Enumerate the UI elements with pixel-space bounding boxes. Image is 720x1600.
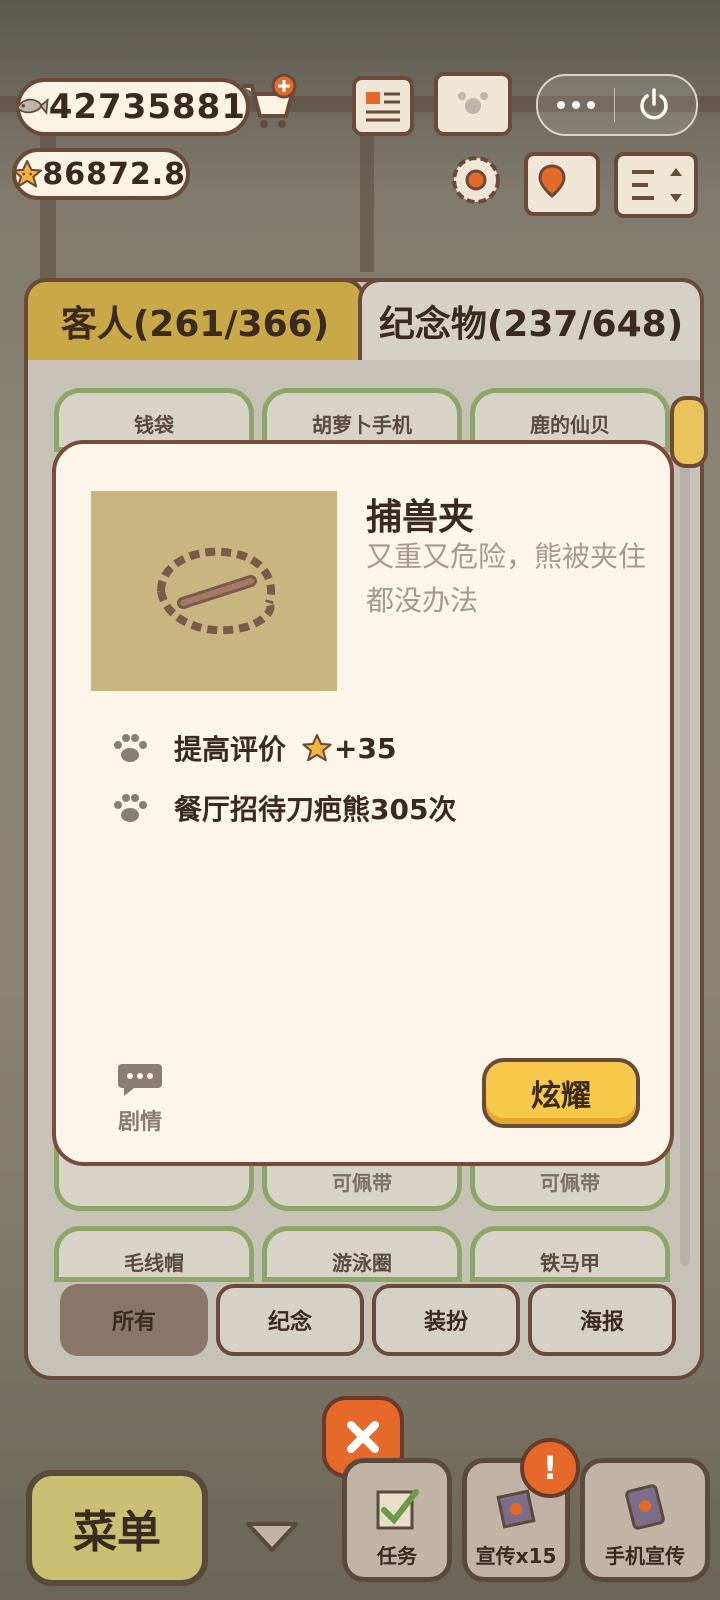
tasks-button[interactable]: 任务: [342, 1458, 452, 1582]
scrollbar-handle[interactable]: [670, 396, 708, 468]
filter-souvenir[interactable]: 纪念: [216, 1284, 364, 1356]
souvenir-name: 铁马甲: [540, 1251, 600, 1275]
settings-button[interactable]: [446, 150, 506, 210]
add-fish-cart-button[interactable]: [238, 72, 300, 132]
story-label: 剧情: [117, 1110, 162, 1135]
power-icon: [640, 88, 668, 120]
stat-rating-row: 提高评价 +35: [110, 728, 396, 768]
scrollbar-track[interactable]: [680, 396, 690, 1266]
fish-count: 42735881: [48, 87, 246, 127]
gear-icon: [452, 156, 500, 204]
tasks-label: 任务: [377, 1544, 417, 1568]
paw-icon: [114, 734, 147, 762]
filter-costume-label: 装扮: [423, 1310, 468, 1335]
fish-icon: [16, 98, 49, 115]
checklist-icon: [376, 1489, 419, 1530]
alert-badge: !: [520, 1438, 580, 1498]
souvenir-tag: 可佩带: [332, 1171, 392, 1195]
star-count: 86872.8: [42, 156, 186, 192]
filter-all-label: 所有: [111, 1310, 156, 1335]
paw-icon: [114, 794, 147, 822]
map-pin-icon: [538, 164, 566, 198]
background-beam: [40, 112, 56, 292]
exit-button[interactable]: [615, 76, 693, 134]
item-name: 捕兽夹: [366, 497, 475, 538]
souvenir-card[interactable]: 铁马甲: [470, 1226, 670, 1282]
star-face-icon: [302, 734, 332, 762]
show-off-button[interactable]: 炫耀: [482, 1058, 640, 1128]
chevron-down-icon: [246, 1522, 298, 1552]
sort-icon: [632, 168, 682, 202]
capsule-divider: [614, 88, 615, 122]
paw-book-icon: [458, 92, 488, 114]
filter-all[interactable]: 所有: [60, 1284, 208, 1356]
filter-poster-label: 海报: [579, 1310, 624, 1335]
menu-label: 菜单: [73, 1507, 161, 1558]
cart-plus-icon: [242, 73, 297, 128]
item-image: [91, 491, 337, 691]
background-beam: [360, 112, 374, 272]
stat-condition-row: 餐厅招待刀疤熊305次: [110, 788, 456, 828]
filter-costume[interactable]: 装扮: [372, 1284, 520, 1356]
souvenir-card[interactable]: 游泳圈: [262, 1226, 462, 1282]
souvenir-card[interactable]: 毛线帽: [54, 1226, 254, 1282]
filter-poster[interactable]: 海报: [528, 1284, 676, 1356]
star-rating: 86872.8: [12, 148, 190, 200]
item-description: 又重又危险，熊被夹住都没办法: [366, 540, 647, 617]
sort-button[interactable]: [614, 152, 698, 218]
recipe-book-button[interactable]: [434, 72, 512, 136]
map-button[interactable]: [524, 152, 600, 216]
star-face-icon: [12, 159, 43, 188]
souvenir-name: 游泳圈: [332, 1251, 392, 1275]
phone-promo-icon: [625, 1484, 665, 1530]
chat-bubble-icon: [118, 1064, 162, 1096]
bear-trap-icon: [157, 547, 275, 635]
newspaper-icon: [366, 92, 400, 122]
show-off-label: 炫耀: [531, 1079, 591, 1114]
mini-program-capsule: [536, 74, 698, 136]
menu-button[interactable]: 菜单: [26, 1470, 208, 1586]
collapse-button[interactable]: [242, 1516, 302, 1556]
tab-guests-label: 客人(261/366): [60, 304, 330, 345]
newspaper-button[interactable]: [352, 76, 414, 136]
souvenir-name: 毛线帽: [124, 1251, 184, 1275]
more-options-button[interactable]: [538, 76, 614, 134]
tab-souvenirs[interactable]: 纪念物(237/648): [358, 278, 704, 360]
filter-souvenir-label: 纪念: [267, 1310, 312, 1335]
souvenir-tag: 可佩带: [540, 1171, 600, 1195]
story-button[interactable]: 剧情: [112, 1060, 168, 1136]
stat-condition-text: 餐厅招待刀疤熊305次: [174, 793, 457, 826]
phone-promo-button[interactable]: 手机宣传: [580, 1458, 710, 1582]
stat-rating-label: 提高评价: [174, 733, 287, 766]
more-dots-icon: [557, 101, 595, 109]
tab-guests[interactable]: 客人(261/366): [24, 278, 366, 360]
close-icon: [347, 1421, 379, 1453]
stat-rating-value: +35: [334, 731, 397, 765]
phone-promo-label: 手机宣传: [605, 1544, 685, 1568]
alert-mark: !: [542, 1449, 558, 1487]
promo-label: 宣传x15: [475, 1544, 557, 1568]
fish-currency: 42735881: [16, 78, 250, 136]
tab-souvenirs-label: 纪念物(237/648): [378, 304, 684, 345]
